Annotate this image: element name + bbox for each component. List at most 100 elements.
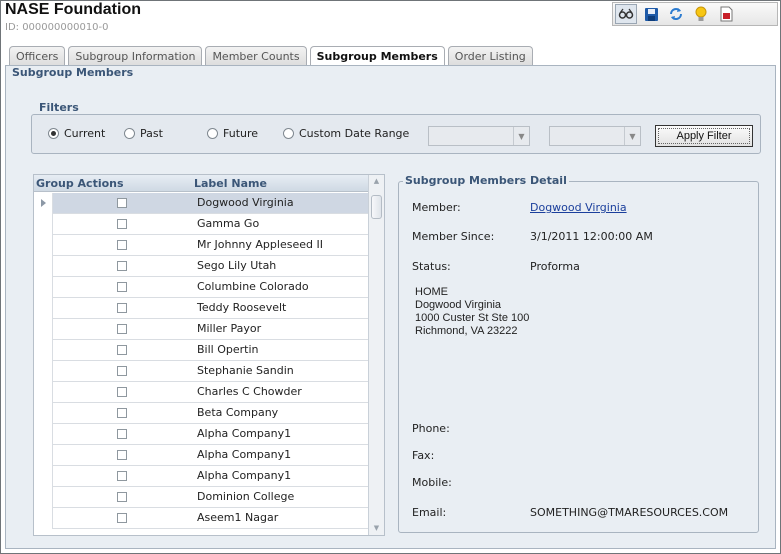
fax-label: Fax:	[412, 449, 435, 462]
page-title: NASE Foundation	[5, 1, 141, 18]
table-row[interactable]: Alpha Company1	[34, 424, 370, 445]
row-checkbox[interactable]	[117, 198, 127, 208]
row-checkbox[interactable]	[117, 387, 127, 397]
radio-past[interactable]: Past	[124, 127, 163, 140]
scroll-down-icon[interactable]: ▼	[371, 524, 382, 533]
row-header[interactable]	[34, 277, 53, 298]
row-header[interactable]	[34, 508, 53, 529]
table-row[interactable]: Sego Lily Utah	[34, 256, 370, 277]
refresh-icon[interactable]	[665, 4, 687, 24]
vertical-scrollbar[interactable]: ▲ ▼	[368, 175, 384, 535]
toolbar	[612, 2, 778, 26]
report-icon[interactable]	[715, 4, 737, 24]
table-row[interactable]: Alpha Company1	[34, 445, 370, 466]
tab-subgroup-members[interactable]: Subgroup Members	[309, 46, 445, 67]
member-since-label: Member Since:	[412, 230, 495, 243]
table-row[interactable]: Teddy Roosevelt	[34, 298, 370, 319]
table-row[interactable]: Dogwood Virginia	[34, 193, 370, 214]
row-checkbox[interactable]	[117, 513, 127, 523]
row-checkbox[interactable]	[117, 429, 127, 439]
row-checkbox[interactable]	[117, 219, 127, 229]
row-header[interactable]	[34, 214, 53, 235]
column-header-group-actions[interactable]: Group Actions	[36, 177, 124, 190]
row-header[interactable]	[34, 361, 53, 382]
row-header[interactable]	[34, 382, 53, 403]
radio-custom-date-range[interactable]: Custom Date Range	[283, 127, 409, 140]
scroll-thumb[interactable]	[371, 195, 382, 219]
chevron-down-icon: ▼	[513, 127, 529, 145]
end-date-select[interactable]: ▼	[549, 126, 641, 146]
row-header[interactable]	[34, 235, 53, 256]
apply-filter-button[interactable]: Apply Filter	[655, 125, 753, 147]
label-name-cell: Gamma Go	[197, 217, 260, 230]
label-name-cell: Aseem1 Nagar	[197, 511, 279, 524]
email-value: SOMETHING@TMARESOURCES.COM	[530, 506, 729, 519]
tab-strip: Officers Subgroup Information Member Cou…	[9, 46, 533, 67]
label-name-cell: Dominion College	[197, 490, 295, 503]
scroll-up-icon[interactable]: ▲	[371, 177, 382, 186]
tab-officers[interactable]: Officers	[9, 46, 66, 66]
member-link[interactable]: Dogwood Virginia	[530, 201, 627, 214]
row-header[interactable]	[34, 487, 53, 508]
table-row[interactable]: Stephanie Sandin	[34, 361, 370, 382]
row-checkbox[interactable]	[117, 492, 127, 502]
detail-title: Subgroup Members Detail	[403, 174, 569, 187]
table-row[interactable]: Dominion College	[34, 487, 370, 508]
save-icon[interactable]	[640, 4, 662, 24]
label-name-cell: Bill Opertin	[197, 343, 259, 356]
row-header[interactable]	[34, 319, 53, 340]
radio-label: Past	[140, 127, 163, 140]
radio-button[interactable]	[124, 128, 135, 139]
tab-member-counts[interactable]: Member Counts	[205, 46, 307, 66]
row-header[interactable]	[34, 193, 53, 214]
tab-subgroup-information[interactable]: Subgroup Information	[68, 46, 203, 66]
row-checkbox[interactable]	[117, 240, 127, 250]
tab-order-listing[interactable]: Order Listing	[447, 46, 533, 66]
row-checkbox[interactable]	[117, 282, 127, 292]
start-date-select[interactable]: ▼	[428, 126, 530, 146]
table-row[interactable]: Columbine Colorado	[34, 277, 370, 298]
radio-future[interactable]: Future	[207, 127, 258, 140]
label-name-cell: Stephanie Sandin	[197, 364, 294, 377]
address-city: Richmond, VA 23222	[415, 325, 518, 337]
member-label: Member:	[412, 201, 461, 214]
row-checkbox[interactable]	[117, 324, 127, 334]
row-header[interactable]	[34, 298, 53, 319]
row-checkbox[interactable]	[117, 408, 127, 418]
mobile-label: Mobile:	[412, 476, 452, 489]
table-row[interactable]: Mr Johnny Appleseed II	[34, 235, 370, 256]
row-header[interactable]	[34, 256, 53, 277]
row-header[interactable]	[34, 445, 53, 466]
radio-button[interactable]	[283, 128, 294, 139]
row-header[interactable]	[34, 466, 53, 487]
table-row[interactable]: Bill Opertin	[34, 340, 370, 361]
row-checkbox[interactable]	[117, 261, 127, 271]
row-checkbox[interactable]	[117, 450, 127, 460]
table-row[interactable]: Beta Company	[34, 403, 370, 424]
row-checkbox[interactable]	[117, 345, 127, 355]
radio-button[interactable]	[207, 128, 218, 139]
label-name-cell: Beta Company	[197, 406, 279, 419]
radio-button[interactable]	[48, 128, 59, 139]
label-name-cell: Charles C Chowder	[197, 385, 302, 398]
lightbulb-icon[interactable]	[690, 4, 712, 24]
row-checkbox[interactable]	[117, 366, 127, 376]
column-header-label-name[interactable]: Label Name	[194, 177, 267, 190]
row-checkbox[interactable]	[117, 303, 127, 313]
chevron-down-icon: ▼	[624, 127, 640, 145]
address-type: HOME	[415, 286, 448, 298]
glasses-icon[interactable]	[615, 4, 637, 24]
row-header[interactable]	[34, 424, 53, 445]
table-row[interactable]: Miller Payor	[34, 319, 370, 340]
row-header[interactable]	[34, 403, 53, 424]
panel-title: Subgroup Members	[10, 66, 136, 79]
radio-label: Custom Date Range	[299, 127, 410, 140]
member-since-value: 3/1/2011 12:00:00 AM	[530, 230, 653, 243]
table-row[interactable]: Aseem1 Nagar	[34, 508, 370, 529]
row-checkbox[interactable]	[117, 471, 127, 481]
table-row[interactable]: Alpha Company1	[34, 466, 370, 487]
table-row[interactable]: Gamma Go	[34, 214, 370, 235]
radio-current[interactable]: Current	[48, 127, 105, 140]
row-header[interactable]	[34, 340, 53, 361]
table-row[interactable]: Charles C Chowder	[34, 382, 370, 403]
